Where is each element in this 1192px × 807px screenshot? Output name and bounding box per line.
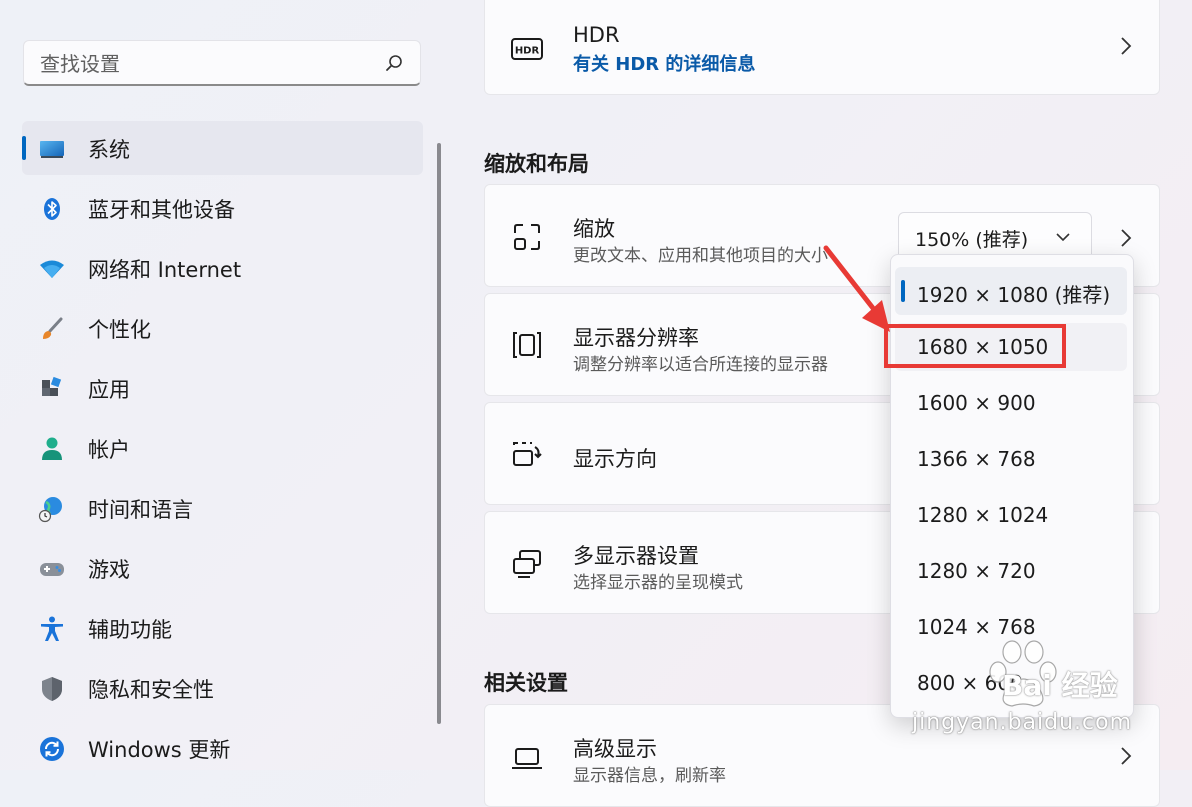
annotation-highlight-box [884,324,1066,368]
sidebar-item-label: 帐户 [88,438,130,462]
multi-display-subtitle: 选择显示器的呈现模式 [573,573,743,593]
resolution-option-label: 1280 × 720 [917,559,1036,583]
brush-icon [43,317,63,339]
resolution-option-label: 1600 × 900 [917,391,1036,415]
sidebar-item-label: 应用 [88,378,130,402]
watermark-url: jingyan.baidu.com [912,710,1133,735]
sidebar-item-gaming[interactable]: 游戏 [22,541,423,595]
search-icon[interactable] [384,53,404,73]
advanced-display-title: 高级显示 [573,737,657,761]
orientation-icon [513,442,542,466]
scale-icon [514,224,540,250]
resolution-option[interactable]: 1600 × 900 [895,379,1127,427]
sidebar-item-accounts[interactable]: 帐户 [22,421,423,475]
resolution-option[interactable]: 1366 × 768 [895,435,1127,483]
sidebar-item-label: 时间和语言 [88,498,193,522]
resolution-icon [513,332,541,358]
resolution-option-label: 1366 × 768 [917,447,1036,471]
search-input[interactable] [38,49,372,79]
sidebar-item-bluetooth[interactable]: 蓝牙和其他设备 [22,181,423,235]
selected-indicator [901,280,905,302]
laptop-icon [512,748,542,769]
account-icon [42,437,62,460]
section-title-related: 相关设置 [484,671,568,695]
sidebar-item-system[interactable]: 系统 [22,121,423,175]
sidebar-item-label: 个性化 [88,318,151,342]
annotation-arrow [823,245,890,332]
scale-subtitle: 更改文本、应用和其他项目的大小 [573,246,828,266]
multi-display-title: 多显示器设置 [573,544,699,568]
resolution-subtitle: 调整分辨率以适合所连接的显示器 [573,355,828,375]
sidebar-item-label: Windows 更新 [88,738,231,762]
gamepad-icon [40,563,64,576]
sidebar-item-label: 系统 [88,138,130,162]
sidebar-item-label: 隐私和安全性 [88,678,214,702]
resolution-option[interactable]: 1920 × 1080 (推荐) [895,267,1127,315]
sidebar-item-privacy[interactable]: 隐私和安全性 [22,661,423,715]
chevron-right-icon[interactable] [1119,227,1133,249]
chevron-down-icon [1056,233,1070,242]
chevron-right-icon [1121,747,1132,765]
svg-text:HDR: HDR [515,46,540,57]
apps-icon [42,376,62,396]
multi-display-icon [513,550,541,578]
search-box[interactable] [23,40,421,86]
accessibility-icon [41,616,63,641]
sidebar-item-personalization[interactable]: 个性化 [22,301,423,355]
resolution-option-label: 1024 × 768 [917,615,1036,639]
sidebar-scrollbar[interactable] [437,143,441,724]
resolution-option-label: 1920 × 1080 (推荐) [917,283,1111,307]
sidebar-item-label: 网络和 Internet [88,258,242,282]
hdr-icon: HDR [511,38,543,60]
scale-dropdown[interactable]: 150% (推荐) [898,212,1092,260]
sidebar-nav: 系统 蓝牙和其他设备 网络和 Internet 个性化 应用 帐户 时间和语言 … [22,121,423,781]
monitor-icon [40,141,64,158]
sidebar-item-accessibility[interactable]: 辅助功能 [22,601,423,655]
hdr-card[interactable]: HDR HDR 有关 HDR 的详细信息 [484,0,1160,95]
watermark-text: Bai 经验 [1002,669,1118,702]
sidebar-item-label: 蓝牙和其他设备 [88,198,235,222]
wifi-icon [40,260,64,278]
sidebar-item-windows-update[interactable]: Windows 更新 [22,721,423,775]
globe-clock-icon [38,497,62,523]
hdr-info-link[interactable]: 有关 HDR 的详细信息 [573,50,755,76]
sidebar-item-time-language[interactable]: 时间和语言 [22,481,423,535]
sidebar-item-apps[interactable]: 应用 [22,361,423,415]
chevron-right-icon [1121,37,1132,55]
scale-title: 缩放 [573,217,615,241]
sidebar-item-network[interactable]: 网络和 Internet [22,241,423,295]
sidebar-item-label: 游戏 [88,558,130,582]
orientation-title: 显示方向 [573,447,657,471]
update-icon [40,737,64,761]
resolution-option[interactable]: 1280 × 720 [895,547,1127,595]
bluetooth-icon [44,198,60,220]
hdr-title: HDR [573,23,620,47]
sidebar-item-label: 辅助功能 [88,618,172,642]
resolution-option[interactable]: 1280 × 1024 [895,491,1127,539]
advanced-display-subtitle: 显示器信息，刷新率 [573,766,726,786]
resolution-title: 显示器分辨率 [573,326,699,350]
resolution-option-label: 1280 × 1024 [917,503,1049,527]
section-title-scale-layout: 缩放和布局 [484,152,589,176]
shield-icon [42,677,62,701]
active-indicator [22,136,26,160]
scale-dropdown-value: 150% (推荐) [915,229,1029,251]
